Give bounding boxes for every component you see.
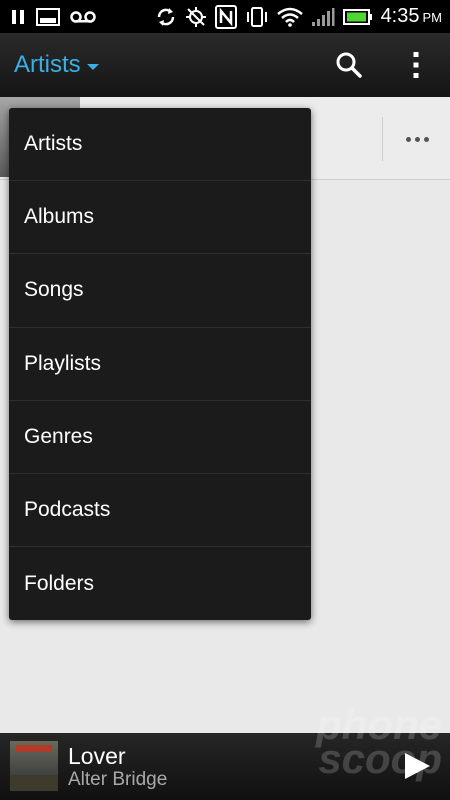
row-divider — [382, 117, 383, 161]
menu-item-albums[interactable]: Albums — [9, 181, 311, 255]
library-view-dropdown[interactable]: Artists — [14, 33, 99, 97]
vibrate-icon — [245, 6, 269, 28]
pause-icon — [12, 9, 26, 25]
clock-time: 4:35 — [380, 5, 420, 27]
status-clock: 4:35 PM — [381, 5, 442, 28]
menu-item-label: Songs — [24, 278, 84, 302]
now-playing-artist: Alter Bridge — [68, 769, 168, 790]
wifi-icon — [276, 7, 303, 27]
menu-item-artists[interactable]: Artists — [9, 108, 311, 182]
menu-item-genres[interactable]: Genres — [9, 401, 311, 474]
menu-item-label: Podcasts — [24, 498, 111, 522]
search-icon — [335, 51, 363, 79]
dropdown-caret-icon — [86, 64, 99, 70]
sync-icon — [155, 6, 177, 28]
menu-item-label: Albums — [24, 205, 95, 229]
status-right: 4:35 PM — [155, 0, 442, 33]
menu-item-playlists[interactable]: Playlists — [9, 328, 311, 401]
more-dot — [414, 136, 420, 142]
album-art-ground — [10, 775, 58, 791]
overflow-menu-icon — [412, 51, 420, 79]
status-left — [12, 0, 96, 33]
menu-item-label: Playlists — [24, 351, 102, 375]
more-dots-icon — [405, 136, 411, 142]
now-playing-title: Lover — [68, 743, 126, 769]
voicemail-icon — [70, 10, 96, 24]
more-dot — [423, 136, 429, 142]
library-view-menu: Artists Albums Songs Playlists Genres Po… — [9, 108, 311, 620]
status-bar: 4:35 PM — [0, 0, 450, 33]
overflow-menu-button[interactable] — [398, 47, 434, 83]
gps-off-icon — [185, 6, 207, 28]
action-bar: Artists — [0, 33, 450, 97]
menu-item-songs[interactable]: Songs — [9, 254, 311, 328]
image-icon — [36, 7, 60, 26]
signal-icon — [311, 7, 335, 27]
search-button[interactable] — [330, 47, 368, 83]
menu-item-label: Folders — [24, 571, 95, 595]
action-bar-title: Artists — [14, 51, 81, 78]
album-art — [10, 741, 58, 791]
menu-item-folders[interactable]: Folders — [9, 547, 311, 620]
clock-ampm: PM — [422, 10, 443, 25]
battery-icon — [342, 8, 373, 26]
now-playing-bar[interactable]: Lover Alter Bridge — [0, 733, 450, 800]
item-more-button[interactable] — [392, 117, 442, 161]
menu-item-label: Genres — [24, 424, 93, 448]
menu-item-label: Artists — [24, 132, 83, 156]
play-icon — [402, 751, 432, 781]
menu-item-podcasts[interactable]: Podcasts — [9, 474, 311, 548]
album-art-band — [16, 745, 52, 752]
nfc-icon — [214, 4, 237, 29]
play-button[interactable] — [400, 751, 434, 781]
